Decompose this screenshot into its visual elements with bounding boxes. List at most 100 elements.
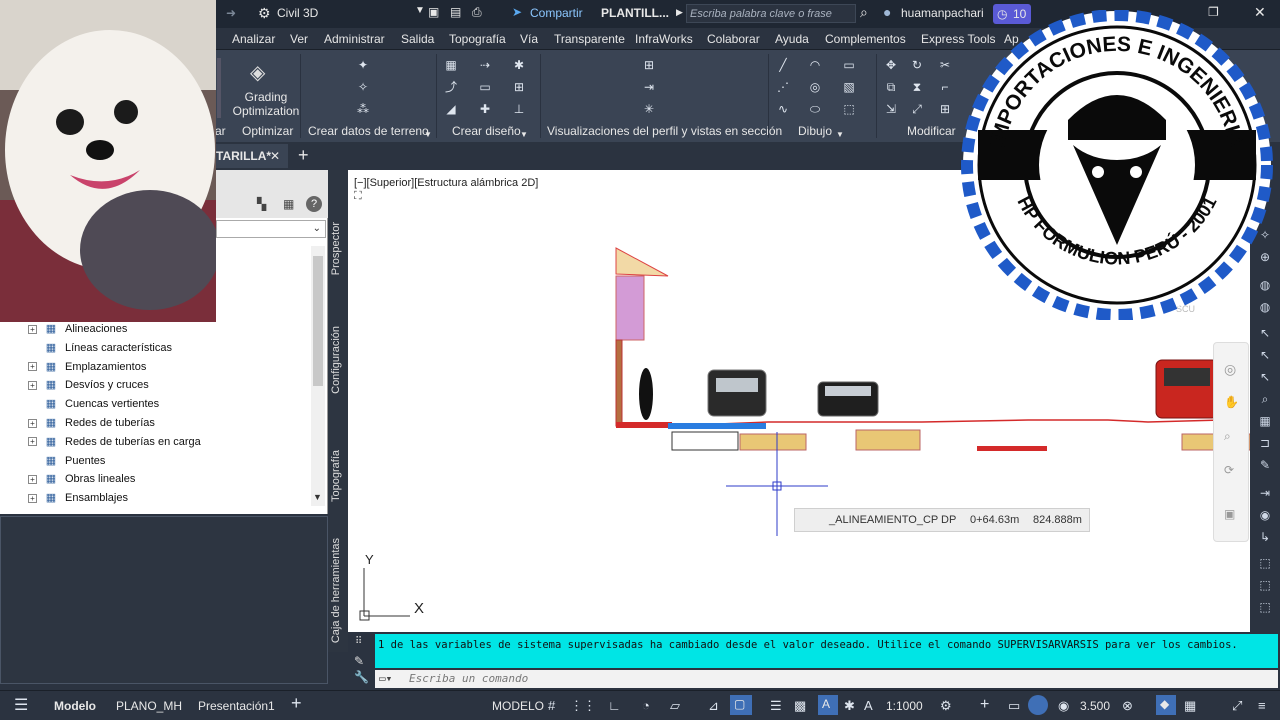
help-icon[interactable]: ? (306, 196, 322, 212)
tab-salida[interactable]: Salida (401, 32, 434, 46)
array-icon[interactable]: ⊞ (938, 102, 952, 116)
points-group-icon[interactable]: ⁂ (356, 102, 370, 116)
intersection-icon[interactable]: ✚ (478, 102, 492, 116)
profile-view-icon[interactable]: ⊞ (642, 58, 656, 72)
expand-icon[interactable]: + (28, 380, 37, 390)
tool-icon-5[interactable]: ◉ (1257, 508, 1273, 524)
rotate-icon[interactable]: ↻ (910, 58, 924, 72)
tree-item[interactable]: + ▦ Alineaciones (28, 320, 127, 338)
toolspace-dropdown[interactable]: ⌄ (216, 220, 326, 238)
expand-icon[interactable]: + (28, 362, 37, 372)
close-tab-icon[interactable]: ✕ (270, 149, 280, 163)
save-icon[interactable]: ▣ (428, 5, 439, 19)
parcel-icon[interactable]: ▭ (478, 80, 492, 94)
arc-icon[interactable]: ◠ (808, 58, 822, 72)
vtab-caja-herramientas[interactable]: Caja de herramientas (330, 538, 342, 643)
rectangle-icon[interactable]: ▭ (842, 58, 856, 72)
user-icon[interactable]: ● (883, 4, 891, 20)
ribbon-partial-button[interactable] (217, 58, 221, 118)
tab-ayuda[interactable]: Ayuda (775, 32, 809, 46)
expand-icon[interactable]: + (28, 418, 37, 428)
ellipse-icon[interactable]: ⬭ (808, 102, 822, 116)
boundary-icon[interactable]: ⬚ (842, 102, 856, 116)
wrench-icon[interactable]: 🔧 (354, 670, 369, 684)
navigation-bar[interactable]: ◎ ✋ ⌕ ⟳ ▣ (1213, 342, 1249, 542)
new-tab-icon[interactable]: + (298, 145, 309, 166)
select-icon-3[interactable]: ↖ (1257, 370, 1273, 386)
scrollbar-thumb[interactable] (313, 256, 323, 386)
elevation-icon[interactable]: ◉ (1058, 698, 1069, 714)
panel-dibujo[interactable]: Dibujo (798, 124, 832, 138)
tool-icon-9[interactable]: ⬚ (1257, 600, 1273, 616)
tool-icon-2[interactable]: ⊐ (1257, 436, 1273, 452)
panel-optimizar[interactable]: Optimizar (242, 124, 293, 138)
workspace-switch-icon[interactable]: ⚙ (940, 698, 952, 714)
workspace-name[interactable]: Civil 3D (277, 6, 318, 20)
polyline-icon[interactable]: ⋰ (776, 80, 790, 94)
hatch-icon[interactable]: ▧ (842, 80, 856, 94)
search-box[interactable]: Escriba palabra clave o frase (686, 4, 856, 23)
section-view-icon[interactable]: ✳ (642, 102, 656, 116)
panel-crear-diseno[interactable]: Crear diseño (452, 124, 521, 138)
move-icon[interactable]: ✥ (884, 58, 898, 72)
tree-scrollbar[interactable]: ▼ (311, 246, 325, 506)
status-menu-icon[interactable]: ≡ (1258, 698, 1266, 713)
grid-icon[interactable]: # (548, 698, 555, 713)
vtab-configuracion[interactable]: Configuración (330, 326, 342, 394)
tab-modelo[interactable]: Modelo (54, 699, 96, 713)
lineweight-icon[interactable]: ☰ (770, 698, 782, 714)
expand-icon[interactable]: + (28, 324, 37, 334)
expand-icon[interactable]: + (28, 437, 37, 447)
tool-icon-3[interactable]: ✎ (1257, 458, 1273, 474)
circle-icon[interactable]: ◎ (808, 80, 822, 94)
vtab-topografia[interactable]: Topografía (330, 450, 342, 502)
print-icon[interactable]: ⎙ (472, 5, 482, 20)
expand-icon[interactable]: + (28, 474, 37, 484)
search-input[interactable]: Escriba palabra clave o frase (690, 8, 832, 20)
tree-item[interactable]: + ▦ Obras lineales (28, 470, 135, 488)
corridor-icon[interactable]: ✱ (512, 58, 526, 72)
tab-administrar[interactable]: Administrar (324, 32, 385, 46)
alignment-icon[interactable]: ▦ (444, 58, 458, 72)
tree-item[interactable]: + ▦ Desvíos y cruces (28, 376, 149, 394)
snap-icon[interactable]: ⋮⋮ (570, 698, 596, 714)
fillet-icon[interactable]: ⌐ (938, 80, 952, 94)
share-icon[interactable]: ➤ (512, 5, 522, 19)
isolate-button[interactable] (1028, 695, 1048, 715)
line-icon[interactable]: ╱ (776, 58, 790, 72)
tree-item[interactable]: + ▦ Ensamblajes (28, 489, 128, 507)
point-icon[interactable]: ✦ (356, 58, 370, 72)
annotation-scale[interactable]: 1:1000 (886, 699, 923, 713)
redo-icon[interactable]: ➜ (226, 6, 236, 20)
surface-icon[interactable]: ✧ (356, 80, 370, 94)
spline-icon[interactable]: ∿ (776, 102, 790, 116)
tree-item[interactable]: + ▦ Redes de tuberías (28, 414, 155, 432)
add-layout-icon[interactable]: + (291, 693, 302, 714)
list-view-icon[interactable]: ▦ (283, 197, 294, 211)
crosshair-icon[interactable]: + (980, 696, 989, 714)
ortho-icon[interactable]: ∟ (608, 698, 621, 713)
select-icon-1[interactable]: ↖ (1257, 326, 1273, 342)
chevron-down-icon[interactable]: ⌄ (313, 223, 321, 234)
model-space-button[interactable]: MODELO (492, 699, 544, 713)
tree-item[interactable]: + ▦ Redes de tuberías en carga (28, 433, 201, 451)
annotation-scale-icon[interactable]: ✱ (844, 698, 855, 714)
tab-complementos[interactable]: Complementos (825, 32, 906, 46)
tab-infraworks[interactable]: InfraWorks (635, 32, 693, 46)
section-icon[interactable]: ⇥ (642, 80, 656, 94)
units-icon[interactable]: ▭ (1008, 698, 1020, 714)
panel-crear-datos[interactable]: Crear datos de terreno (308, 124, 429, 138)
tool-icon-8[interactable]: ⬚ (1257, 578, 1273, 594)
tool-icon-4[interactable]: ⇥ (1257, 486, 1273, 502)
tab-transparente[interactable]: Transparente (554, 32, 625, 46)
feature-line-icon[interactable]: ◢ (444, 102, 458, 116)
tool-icon-7[interactable]: ⬚ (1257, 556, 1273, 572)
command-grip-icon[interactable]: ⠿ (355, 636, 362, 647)
copy-icon[interactable]: ⧉ (884, 80, 898, 94)
elevation-value[interactable]: 3.500 (1080, 699, 1110, 713)
trim-icon[interactable]: ✂ (938, 58, 952, 72)
command-input[interactable]: ▭▾ Escriba un comando (375, 670, 1278, 688)
grading-optimization-button[interactable]: ◈ Grading Optimization (228, 56, 304, 122)
workspace-gear-icon[interactable]: ⚙ (258, 5, 271, 22)
panel-modificar[interactable]: Modificar (907, 124, 956, 138)
